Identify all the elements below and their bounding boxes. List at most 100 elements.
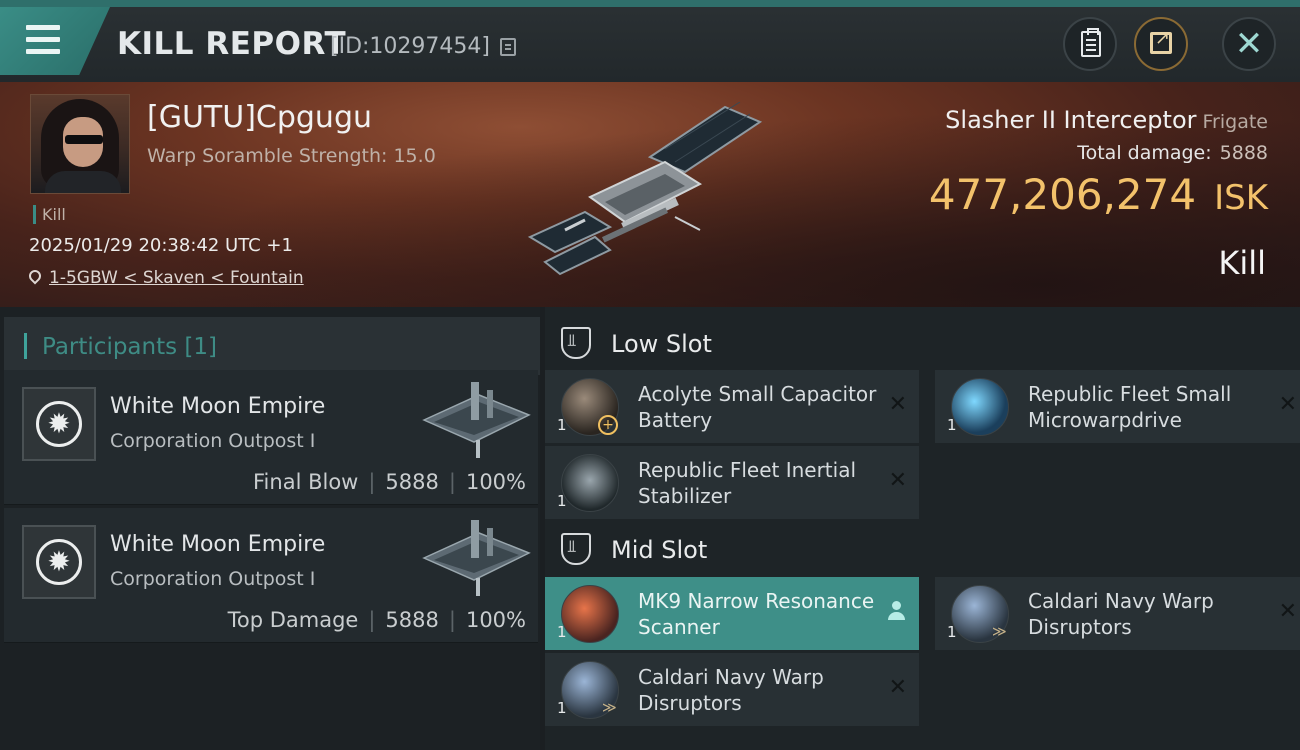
module-item[interactable]: ≫ 1 Caldari Navy Warp Disruptors ✕	[935, 577, 1300, 650]
capacitor-battery-icon: +	[561, 378, 619, 436]
clipboard-icon	[1081, 28, 1101, 57]
corporation-logo-icon: ✹	[22, 387, 96, 461]
isk-amount: 477,206,274	[928, 170, 1197, 219]
total-damage: Total damage: 5888	[1077, 142, 1268, 164]
low-slot-title: Low Slot	[611, 330, 712, 358]
module-name: Republic Fleet Inertial Stabilizer	[638, 458, 857, 508]
participant-role: Top Damage	[227, 608, 359, 632]
person-icon	[887, 601, 905, 621]
isk-unit: ISK	[1214, 178, 1268, 218]
victim-name[interactable]: [GUTU]Cpgugu	[147, 100, 372, 135]
participant-row[interactable]: ✹ White Moon Empire Corporation Outpost …	[4, 370, 538, 505]
portrait-suit	[45, 171, 121, 193]
plus-badge-icon: +	[598, 415, 618, 435]
share-icon	[1150, 28, 1172, 54]
ship-name[interactable]: Slasher II Interceptor Frigate	[945, 106, 1268, 134]
page-title: KILL REPORT	[117, 26, 347, 62]
kill-datetime: 2025/01/29 20:38:42 UTC +1	[29, 235, 293, 256]
location-link[interactable]: 1-5GBW < Skaven < Fountain	[49, 268, 304, 288]
fitting-panel: Low Slot + 1 Acolyte Small Capacitor Bat…	[545, 307, 1300, 750]
participant-name: White Moon Empire	[110, 394, 326, 419]
low-slot-shield-icon	[561, 327, 591, 359]
person-body	[888, 612, 905, 620]
portrait-sunglasses	[65, 135, 103, 144]
module-name: Caldari Navy Warp Disruptors	[638, 665, 824, 715]
resonance-scanner-icon	[561, 585, 619, 643]
copy-icon[interactable]	[500, 38, 516, 56]
destroyed-x-icon: ✕	[1278, 599, 1297, 624]
destroyed-x-icon: ✕	[888, 468, 907, 493]
kill-location[interactable]: 1-5GBW < Skaven < Fountain	[26, 267, 304, 288]
module-quantity: 1	[557, 699, 567, 717]
stats-divider: |	[448, 470, 456, 494]
chevron-badge-icon: ≫	[992, 624, 1007, 640]
mid-slot-title: Mid Slot	[611, 536, 708, 564]
ship-render	[527, 102, 763, 276]
sun-icon: ✹	[47, 407, 71, 440]
inertial-stabilizer-icon	[561, 454, 619, 512]
module-name: Acolyte Small Capacitor Battery	[638, 382, 877, 432]
warp-disruptor-icon: ≫	[561, 661, 619, 719]
participant-percent: 100%	[465, 470, 526, 494]
stats-divider: |	[448, 608, 456, 632]
module-quantity: 1	[947, 416, 957, 434]
outpost-structure-render	[422, 520, 531, 596]
participant-damage: 5888	[385, 608, 439, 632]
module-item[interactable]: 1 Republic Fleet Inertial Stabilizer ✕	[545, 446, 919, 519]
module-quantity: 1	[947, 623, 957, 641]
participant-name: White Moon Empire	[110, 532, 326, 557]
stats-divider: |	[368, 470, 376, 494]
total-damage-label: Total damage:	[1077, 142, 1212, 164]
close-button[interactable]: ✕	[1222, 17, 1276, 71]
warp-disruptor-icon: ≫	[951, 585, 1009, 643]
isk-value: 477,206,274 ISK	[929, 170, 1268, 219]
participant-type: Corporation Outpost I	[110, 568, 316, 590]
module-quantity: 1	[557, 416, 567, 434]
stats-divider: |	[368, 608, 376, 632]
microwarpdrive-icon	[951, 378, 1009, 436]
participant-damage: 5888	[385, 470, 439, 494]
participant-type: Corporation Outpost I	[110, 430, 316, 452]
participant-stats: Final Blow | 5888 | 100%	[253, 470, 526, 494]
module-quantity: 1	[557, 623, 567, 641]
participant-row[interactable]: ✹ White Moon Empire Corporation Outpost …	[4, 508, 538, 643]
participants-title: Participants [1]	[42, 334, 217, 360]
destroyed-x-icon: ✕	[888, 392, 907, 417]
total-damage-value: 5888	[1219, 142, 1268, 164]
module-item-selected[interactable]: 1 MK9 Narrow Resonance Scanner	[545, 577, 919, 650]
location-pin-icon	[26, 267, 44, 285]
chevron-badge-icon: ≫	[602, 700, 617, 716]
close-icon: ✕	[1234, 24, 1264, 64]
corporation-logo-icon: ✹	[22, 525, 96, 599]
low-slot-header: Low Slot	[545, 313, 1300, 373]
person-head	[892, 601, 901, 610]
module-item[interactable]: + 1 Acolyte Small Capacitor Battery ✕	[545, 370, 919, 443]
participant-percent: 100%	[465, 608, 526, 632]
ship-class: Frigate	[1202, 111, 1268, 133]
header-accent-bar	[24, 333, 27, 359]
hamburger-icon-bar	[26, 49, 60, 54]
victim-portrait[interactable]	[30, 94, 130, 194]
warp-scramble-strength: Warp Soramble Strength: 15.0	[147, 145, 436, 167]
ship-solar-panel-bottom	[527, 210, 613, 276]
clipboard-button[interactable]	[1063, 17, 1117, 71]
outpost-structure-render	[422, 382, 531, 458]
mid-slot-header: Mid Slot	[545, 519, 1300, 579]
menu-button[interactable]	[0, 7, 110, 75]
destroyed-x-icon: ✕	[1278, 392, 1297, 417]
module-name: Caldari Navy Warp Disruptors	[1028, 589, 1214, 639]
participant-stats: Top Damage | 5888 | 100%	[228, 608, 526, 632]
module-name: Republic Fleet Small Microwarpdrive	[1028, 382, 1232, 432]
share-button[interactable]	[1134, 17, 1188, 71]
report-id: [ID:10297454]	[330, 34, 490, 59]
destroyed-x-icon: ✕	[888, 675, 907, 700]
participants-header: Participants [1]	[4, 317, 540, 375]
module-item[interactable]: 1 Republic Fleet Small Microwarpdrive ✕	[935, 370, 1300, 443]
mid-slot-shield-icon	[561, 533, 591, 565]
module-quantity: 1	[557, 492, 567, 510]
victim-banner: [GUTU]Cpgugu Warp Soramble Strength: 15.…	[0, 82, 1300, 307]
participants-panel: Participants [1] ✹ White Moon Empire Cor…	[0, 307, 540, 750]
participant-role: Final Blow	[253, 470, 359, 494]
kill-result: Kill	[1218, 244, 1266, 282]
module-item[interactable]: ≫ 1 Caldari Navy Warp Disruptors ✕	[545, 653, 919, 726]
